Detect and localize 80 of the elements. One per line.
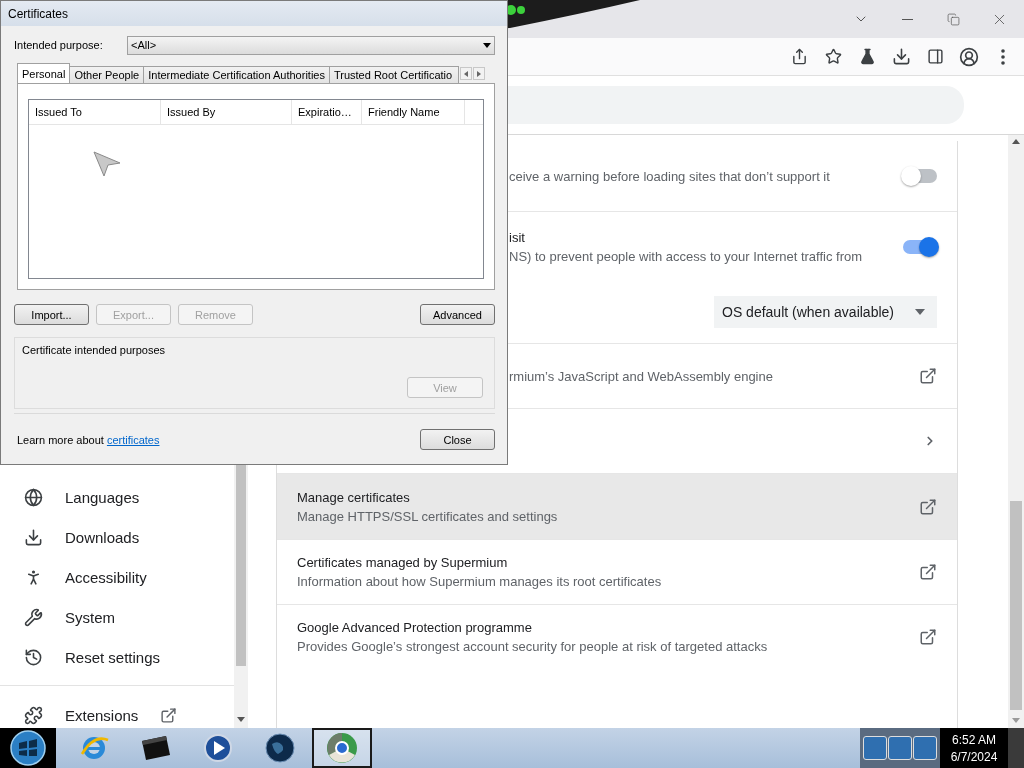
minimize-icon — [901, 18, 913, 20]
scroll-up-icon[interactable] — [1012, 139, 1020, 144]
scroll-down-icon[interactable] — [237, 717, 245, 722]
external-link-icon[interactable] — [919, 628, 937, 646]
group-label: Certificate intended purposes — [22, 344, 167, 356]
box-icon — [139, 733, 173, 763]
download-icon — [891, 47, 911, 66]
clock-date: 6/7/2024 — [950, 749, 998, 764]
side-panel-icon — [926, 48, 944, 65]
settings-row[interactable]: Manage certificates Manage HTTPS/SSL certificates and settings — [277, 473, 957, 539]
puzzle-icon — [24, 705, 43, 725]
learn-more-text: Learn more about certificates — [16, 433, 160, 446]
restore-icon — [946, 12, 960, 26]
menu-icon — [1001, 48, 1005, 65]
row-title: Certificates managed by Supermium — [297, 555, 509, 570]
column-header[interactable]: Friendly Name — [362, 100, 465, 124]
share-icon — [790, 48, 808, 65]
close-button[interactable]: Close — [420, 429, 495, 450]
dialog-button[interactable]: Advanced — [420, 304, 495, 325]
tab-scroll-left-button[interactable] — [459, 67, 472, 80]
clock[interactable]: 6:52 AM 6/7/2024 — [940, 728, 1008, 768]
tab[interactable]: Personal — [17, 63, 71, 83]
profile-button[interactable] — [958, 45, 980, 68]
row-description: Manage HTTPS/SSL certificates and settings — [297, 508, 559, 524]
dropdown[interactable]: OS default (when available) — [714, 296, 937, 328]
play-icon — [203, 733, 233, 763]
row-description: NS) to prevent people with access to your Internet traffic from — [509, 248, 864, 264]
external-link-icon[interactable] — [919, 563, 937, 581]
globe-icon — [264, 732, 296, 764]
globe-icon — [24, 487, 43, 507]
column-header[interactable]: Expiratio… — [292, 100, 362, 124]
tab[interactable]: Trusted Root Certificatio — [328, 66, 459, 83]
purpose-label: Intended purpose: — [14, 39, 103, 51]
tray-icon[interactable] — [888, 736, 912, 760]
purpose-dropdown[interactable]: <All> — [127, 35, 495, 55]
row-description: Information about how Supermium manages its root certificates — [297, 574, 663, 589]
sidebar-item[interactable]: Languages — [0, 477, 234, 517]
flask-icon — [858, 48, 876, 65]
row-title: isit — [509, 229, 526, 245]
clock-time: 6:52 AM — [952, 732, 996, 747]
tab-scroll-right-button[interactable] — [472, 67, 485, 80]
external-link-icon[interactable] — [919, 367, 937, 385]
star-icon — [824, 48, 842, 65]
external-link-icon — [160, 706, 178, 724]
sidebar-item[interactable]: System — [0, 597, 234, 637]
right-arrow-icon — [476, 70, 481, 77]
row-description: ceive a warning before loading sites that don’t support it — [509, 168, 831, 184]
tray-icon[interactable] — [862, 736, 887, 760]
caret-icon — [483, 42, 491, 48]
browser-icon — [325, 731, 359, 765]
tray-icon[interactable] — [913, 736, 938, 760]
dialog-title: Certificates — [1, 1, 507, 26]
toggle-switch[interactable] — [903, 169, 937, 183]
scrollbar-thumb[interactable] — [1010, 501, 1022, 710]
toggle-switch[interactable] — [903, 239, 937, 254]
download-icon — [24, 527, 43, 547]
avatar-icon — [959, 46, 979, 67]
sidebar-item[interactable]: Downloads — [0, 517, 234, 557]
wrench-icon — [24, 607, 43, 627]
sidebar-item[interactable]: Accessibility — [0, 557, 234, 597]
row-title: Google Advanced Protection programme — [297, 620, 533, 635]
tab[interactable]: Intermediate Certification Authorities — [143, 66, 330, 83]
row-title: Manage certificates — [297, 489, 411, 505]
cursor-icon — [93, 151, 121, 177]
dialog-button[interactable]: Import... — [14, 304, 89, 325]
start-button[interactable] — [0, 728, 56, 768]
taskbar-app[interactable] — [312, 728, 372, 768]
tab[interactable]: Other People — [69, 66, 145, 83]
column-header[interactable]: Issued To — [29, 100, 161, 124]
caret-icon — [915, 309, 925, 315]
row-description: rmium’s JavaScript and WebAssembly engine — [509, 368, 774, 384]
sidebar-item[interactable]: Extensions — [0, 702, 234, 728]
sidebar-item[interactable]: Reset settings — [0, 637, 234, 677]
left-arrow-icon — [463, 70, 468, 77]
history-icon — [24, 647, 43, 667]
row-description: Provides Google’s strongest account security for people at risk of targeted attacks — [297, 639, 769, 654]
certificates-link[interactable]: certificates — [106, 433, 160, 446]
column-header[interactable]: Issued By — [161, 100, 292, 124]
certificate-list[interactable]: Issued To Issued By Expiratio… Friendly Name — [28, 99, 484, 279]
external-link-icon[interactable] — [919, 497, 937, 516]
